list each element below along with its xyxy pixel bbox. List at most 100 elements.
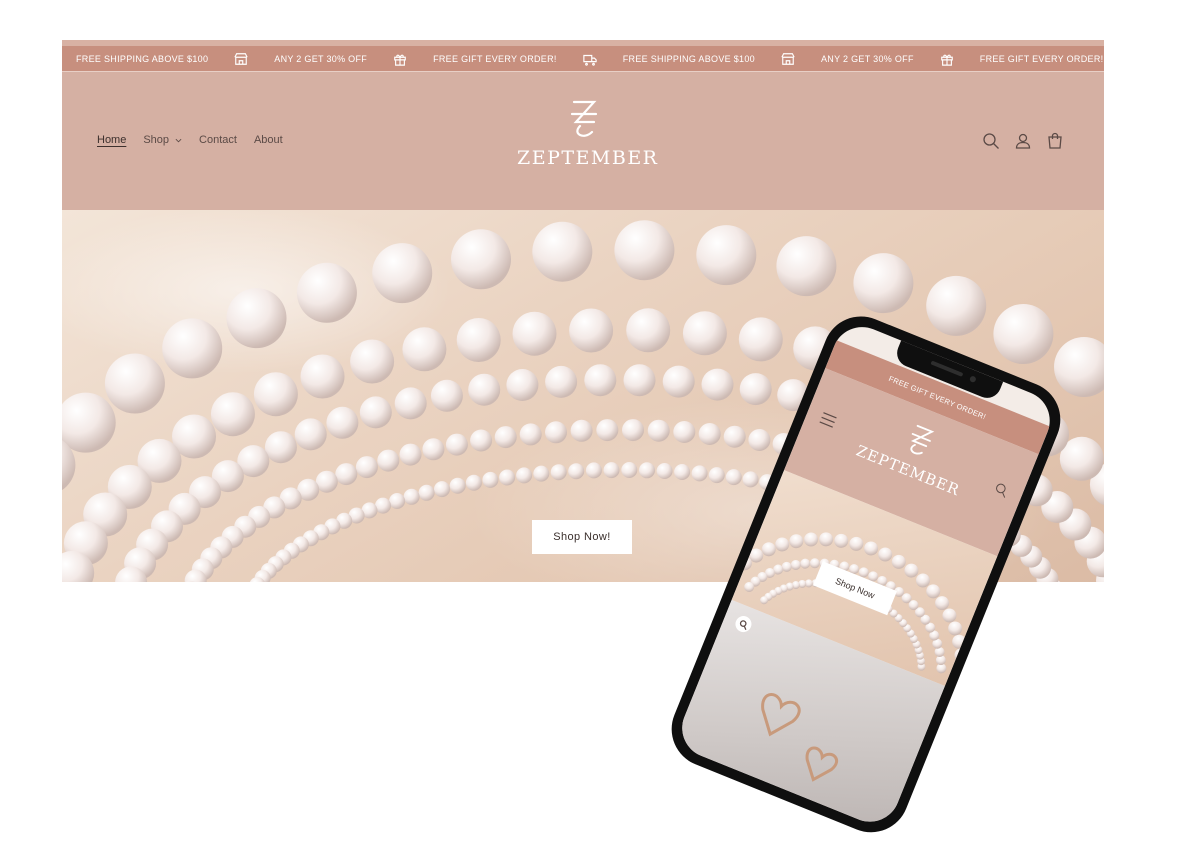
account-icon[interactable] — [1014, 132, 1032, 155]
pearl — [662, 365, 695, 398]
pearl — [621, 462, 638, 478]
nav-about[interactable]: About — [254, 134, 283, 146]
pearl — [739, 373, 772, 406]
pearl — [682, 311, 727, 356]
pearl — [403, 488, 420, 505]
pearl — [422, 438, 445, 461]
pearl — [849, 536, 864, 551]
pearl — [623, 364, 656, 397]
phone-speaker — [930, 360, 964, 377]
pearl — [372, 243, 433, 304]
nav-home[interactable]: Home — [97, 134, 126, 146]
pearl — [545, 365, 578, 398]
pearl — [864, 541, 879, 556]
pearl — [568, 463, 585, 480]
pearl — [468, 373, 501, 406]
nav-shop[interactable]: Shop — [143, 134, 182, 146]
pearl — [210, 392, 255, 437]
pearl — [264, 431, 297, 464]
announcement-item: FREE SHIPPING ABOVE $100 — [76, 53, 209, 64]
pearl — [691, 465, 708, 482]
pearl — [834, 533, 849, 548]
pearl — [335, 463, 358, 486]
pearl — [377, 449, 400, 472]
pearl — [550, 464, 567, 481]
cart-icon[interactable] — [1046, 132, 1064, 155]
pearl — [294, 418, 327, 451]
pearl — [819, 532, 834, 547]
pearl — [570, 419, 593, 442]
pearl — [482, 471, 499, 488]
announcement-item: FREE GIFT EVERY ORDER! — [433, 53, 557, 64]
pearl — [449, 477, 466, 494]
nav-contact[interactable]: Contact — [199, 134, 237, 146]
pearl — [296, 262, 357, 323]
pearl — [656, 463, 673, 479]
shop-now-button[interactable]: Shop Now! — [532, 520, 632, 554]
pearl — [738, 317, 783, 362]
pearl — [512, 311, 557, 356]
pearl — [696, 225, 757, 286]
pearl — [748, 429, 771, 451]
pearl — [104, 353, 165, 414]
menu-icon[interactable] — [816, 410, 838, 434]
pearl — [465, 474, 482, 491]
pearl — [399, 443, 422, 466]
pearl — [708, 467, 725, 484]
pearl — [355, 456, 378, 479]
pearl — [253, 372, 298, 417]
pearl — [506, 369, 539, 401]
pearl — [993, 304, 1054, 364]
pearl — [584, 364, 617, 397]
search-icon[interactable] — [990, 481, 1010, 504]
phone-camera — [968, 375, 977, 384]
store-icon — [777, 52, 799, 66]
pearl — [723, 425, 746, 448]
pearl — [359, 396, 392, 429]
pearl — [614, 220, 675, 281]
site-header: Home Shop Contact About ZEPTEMBER — [62, 71, 1104, 211]
brand-name: ZEPTEMBER — [517, 147, 659, 169]
truck-icon — [579, 52, 601, 66]
pearl — [639, 462, 655, 479]
announcement-item: ANY 2 GET 30% OFF — [820, 53, 914, 64]
pearl — [585, 462, 602, 479]
nav-shop-label: Shop — [143, 134, 170, 146]
search-icon[interactable] — [982, 132, 1000, 155]
pearl — [470, 429, 493, 452]
logo-monogram-icon — [517, 96, 651, 149]
logo-monogram-icon — [910, 424, 935, 455]
pearl — [698, 423, 721, 445]
announcement-bar: FREE SHIPPING ABOVE $100 ANY 2 GET 30% O… — [62, 40, 1104, 71]
pearl — [853, 253, 914, 314]
pearl — [775, 537, 790, 552]
pearl — [499, 469, 516, 486]
store-icon — [230, 52, 252, 66]
pearl — [622, 419, 644, 442]
pearl — [926, 275, 987, 336]
pearl — [1054, 337, 1104, 397]
pearl — [569, 308, 614, 353]
pearl — [494, 426, 517, 449]
pearl — [725, 469, 742, 486]
pearl — [430, 379, 463, 412]
header-actions — [982, 132, 1064, 155]
pearl — [434, 481, 450, 498]
pearl — [776, 236, 837, 297]
pearl — [350, 339, 395, 384]
pearl — [62, 392, 116, 453]
pearl — [516, 467, 533, 484]
pearl — [402, 327, 447, 372]
brand-logo[interactable]: ZEPTEMBER — [517, 96, 659, 169]
pearl — [647, 419, 670, 442]
pearl — [701, 368, 734, 401]
pearl — [533, 465, 550, 482]
gift-icon — [389, 52, 411, 66]
pearl — [603, 462, 620, 479]
main-nav: Home Shop Contact About — [97, 134, 283, 146]
pearl — [545, 421, 567, 444]
pearl — [300, 354, 345, 399]
pearl — [674, 464, 691, 480]
pearl — [742, 471, 759, 488]
pearl — [878, 547, 893, 562]
